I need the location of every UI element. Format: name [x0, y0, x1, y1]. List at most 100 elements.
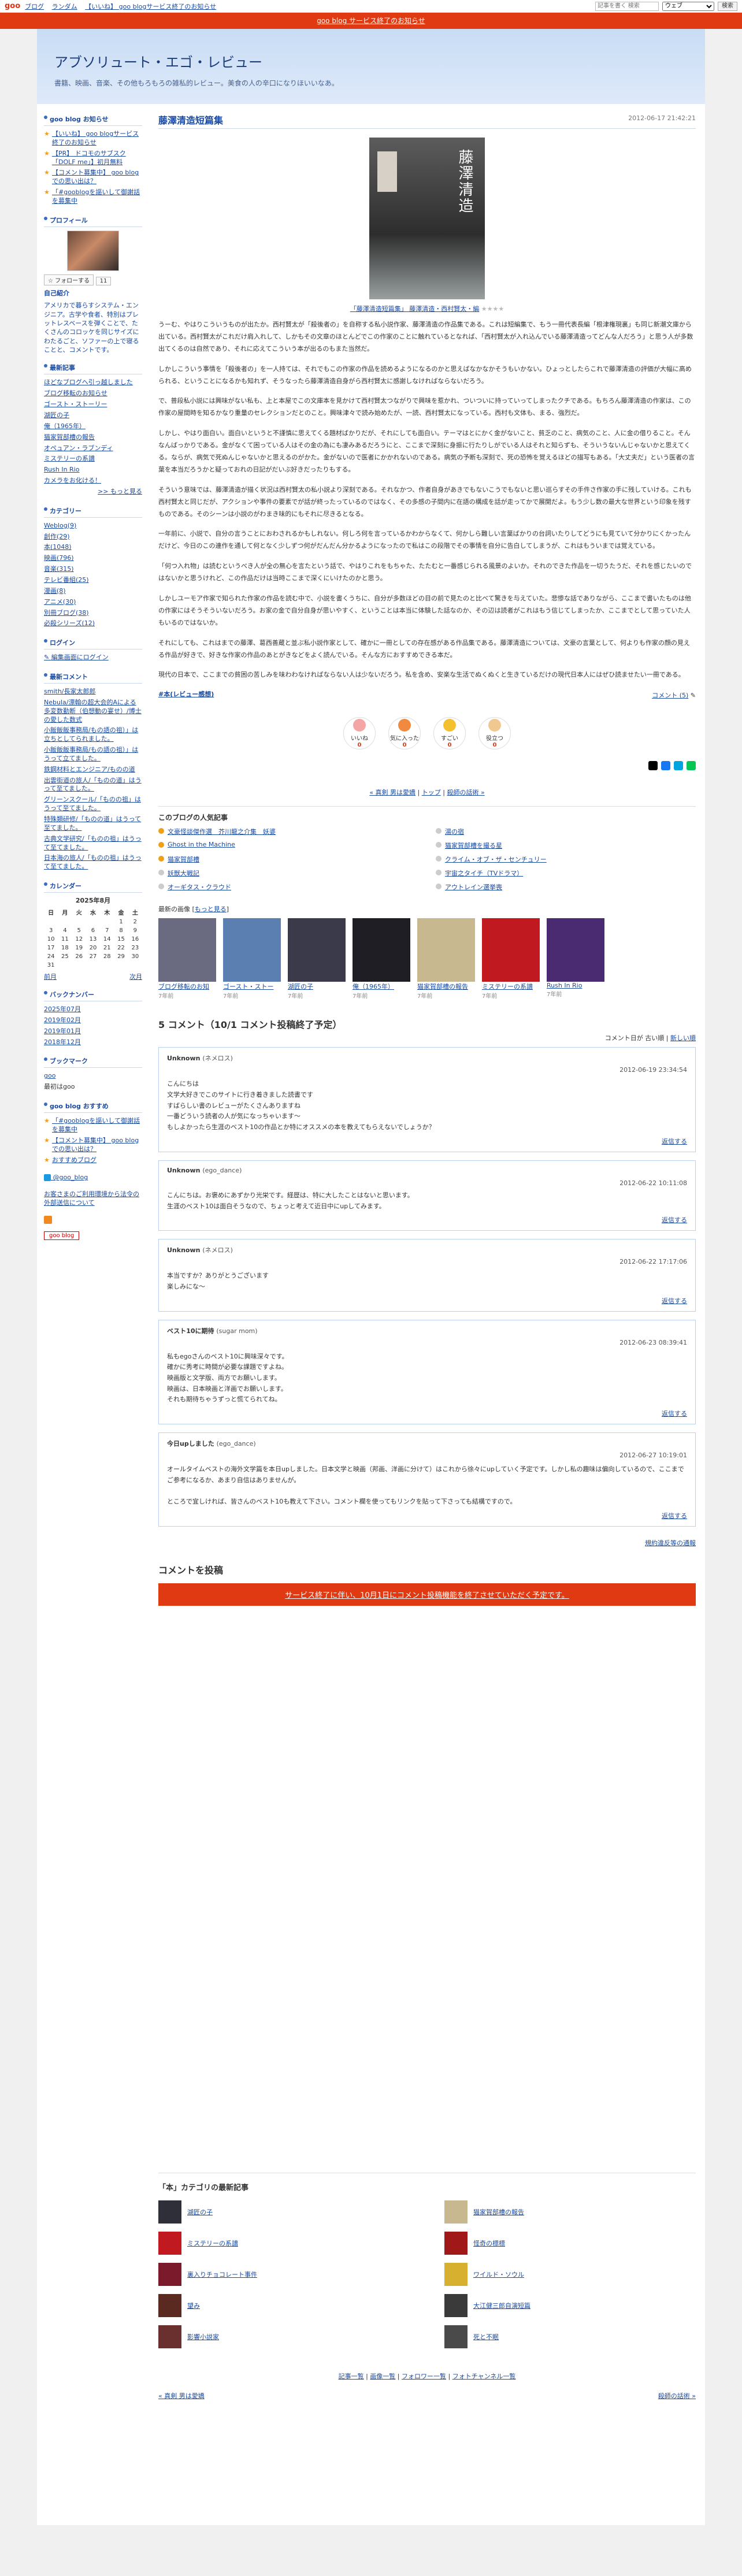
footer-next-link[interactable]: 殺師の話術 »	[658, 2391, 696, 2400]
calendar-day[interactable]: 14	[100, 935, 114, 944]
reply-link[interactable]: 返信する	[662, 1138, 687, 1145]
recent-article-link[interactable]: ミステリーの系譜	[44, 454, 142, 465]
reply-link[interactable]: 返信する	[662, 1410, 687, 1417]
backnumber-link[interactable]: 2018年12月	[44, 1037, 142, 1048]
category-latest-thumbnail[interactable]	[158, 2294, 181, 2317]
privacy-link[interactable]: お客さまのご利用環境から法令の外部送信について	[44, 1189, 142, 1209]
pager-next-link[interactable]: 殺師の話術 »	[447, 789, 484, 796]
category-link[interactable]: 別冊ブログ(38)	[44, 608, 142, 619]
footer-link-followers[interactable]: フォロワー一覧	[402, 2373, 446, 2380]
recent-image-thumbnail[interactable]	[353, 918, 410, 982]
recent-image-thumbnail[interactable]	[223, 918, 281, 982]
calendar-day[interactable]: 2	[128, 918, 142, 926]
recent-image-item[interactable]: 湖匠の子 7年前	[288, 918, 346, 1000]
calendar-day[interactable]: 1	[114, 918, 128, 926]
calendar-day[interactable]: 8	[114, 926, 128, 935]
footer-link-photochannel[interactable]: フォトチャンネル一覧	[452, 2373, 516, 2380]
calendar-day[interactable]: 6	[86, 926, 100, 935]
recommend-item[interactable]: 「#gooblogを謳いして御謝話を募集中	[44, 1116, 142, 1135]
recent-image-title[interactable]: 猫家賀部槽の報告	[417, 982, 475, 991]
follow-button[interactable]: ☆ フォローする	[44, 274, 94, 285]
nav-random[interactable]: ランダム	[52, 3, 77, 10]
recent-article-link[interactable]: カメラをお化ける！	[44, 476, 142, 487]
sort-new-link[interactable]: 新しい順	[670, 1034, 696, 1042]
category-link[interactable]: 漫画(8)	[44, 586, 142, 597]
recent-comment-link[interactable]: グリーンスクール/「ものの祖」はうって至てました。	[44, 795, 142, 814]
calendar-day[interactable]: 23	[128, 944, 142, 952]
category-latest-thumbnail[interactable]	[444, 2325, 468, 2348]
calendar-next-link[interactable]: 次月	[129, 972, 142, 981]
calendar-day[interactable]: 13	[86, 935, 100, 944]
notice-item[interactable]: 【コメント募集中】 goo blogでの思い出は？	[44, 168, 142, 187]
recent-image-item[interactable]: ゴースト・ストー 7年前	[223, 918, 281, 1000]
bookmark-item[interactable]: goo	[44, 1071, 142, 1082]
calendar-day[interactable]: 24	[44, 952, 58, 961]
recent-article-link[interactable]: ブログ移転のお知らせ	[44, 388, 142, 399]
recent-more-link[interactable]: >> もっと見る	[44, 487, 142, 498]
calendar-day[interactable]: 25	[58, 952, 72, 961]
calendar-day[interactable]: 15	[114, 935, 128, 944]
recent-article-link[interactable]: ゴースト・ストーリー	[44, 399, 142, 410]
calendar-day[interactable]: 4	[58, 926, 72, 935]
category-latest-title[interactable]: 影響小説家	[187, 2332, 219, 2341]
notice-item[interactable]: 【いいね】 goo blogサービス終了のお知らせ	[44, 129, 142, 149]
recent-image-item[interactable]: 俺（1965年） 7年前	[353, 918, 410, 1000]
comment-count-link[interactable]: コメント (5) ✎	[158, 691, 696, 700]
avatar[interactable]	[67, 230, 119, 271]
goo-blog-badge[interactable]: goo blog	[44, 1231, 80, 1240]
reply-link[interactable]: 返信する	[662, 1297, 687, 1305]
article-title[interactable]: 藤澤清造短篇集 2012-06-17 21:42:21	[158, 113, 696, 129]
hatena-share-icon[interactable]	[674, 761, 683, 771]
line-share-icon[interactable]	[687, 761, 696, 771]
category-link[interactable]: Weblog(9)	[44, 521, 142, 532]
calendar-day[interactable]: 21	[100, 944, 114, 952]
recent-article-link[interactable]: オペュアン・ラブンディ	[44, 443, 142, 454]
recent-comment-link[interactable]: 日本海の旅人/「ものの祖」はうって至てました。	[44, 853, 142, 873]
category-link[interactable]: 必殺シリーズ(12)	[44, 618, 142, 629]
category-latest-item[interactable]: 裏入りチョコレート事件	[158, 2263, 410, 2286]
reaction-button[interactable]: すごい 0	[433, 717, 466, 750]
book-caption-text[interactable]: 「藤澤清造短篇集」 藤澤清造・西村賢太・編	[350, 305, 480, 313]
login-link[interactable]: ✎ 編集画面にログイン	[44, 652, 142, 663]
calendar-day[interactable]: 7	[100, 926, 114, 935]
category-latest-title[interactable]: 湖匠の子	[187, 2207, 213, 2217]
comment-end-notice-text[interactable]: サービス終了に伴い、10月1日にコメント投稿機能を終了させていただく予定です。	[285, 1591, 569, 1600]
reply-link[interactable]: 返信する	[662, 1216, 687, 1224]
category-latest-title[interactable]: ミステリーの系譜	[187, 2239, 238, 2248]
category-link[interactable]: 音楽(315)	[44, 564, 142, 575]
nav-blog[interactable]: ブログ	[25, 3, 44, 10]
recent-image-thumbnail[interactable]	[288, 918, 346, 982]
footer-prev-link[interactable]: « 真剣 男は愛嬌	[158, 2391, 205, 2400]
category-latest-item[interactable]: 大江健三郎自演短篇	[444, 2294, 696, 2317]
calendar-day[interactable]: 10	[44, 935, 58, 944]
reaction-button[interactable]: 気に入った 0	[388, 717, 421, 750]
recent-article-link[interactable]: ほどなブログへ引っ越しました	[44, 377, 142, 388]
category-latest-item[interactable]: 怪奇の標標	[444, 2232, 696, 2255]
category-latest-thumbnail[interactable]	[444, 2294, 468, 2317]
recent-image-thumbnail[interactable]	[482, 918, 540, 982]
recent-comment-link[interactable]: 小飯飯飯事務局/もの語の祖）」は立ちとしてられました。	[44, 725, 142, 745]
calendar-day[interactable]: 22	[114, 944, 128, 952]
recent-image-item[interactable]: ミステリーの系譜 7年前	[482, 918, 540, 1000]
notice-item[interactable]: 【PR】 ドコモのサブスク「DOLF me」】初月無料	[44, 149, 142, 168]
popular-article-link[interactable]: 湯の宿	[436, 827, 696, 836]
category-latest-thumbnail[interactable]	[444, 2200, 468, 2224]
report-link[interactable]: 規約違反等の通報	[645, 1539, 696, 1547]
recent-comment-link[interactable]: Nebula/漂翰の超大会的Aによる多変数勤断（伯想動の宴せ）/博士の愛した数式	[44, 697, 142, 726]
calendar-prev-link[interactable]: 前月	[44, 972, 57, 981]
recent-image-title[interactable]: 俺（1965年）	[353, 982, 410, 991]
facebook-share-icon[interactable]	[661, 761, 670, 771]
category-link[interactable]: アニメ(30)	[44, 597, 142, 608]
recent-comment-link[interactable]: smith/長家太郎郎	[44, 686, 142, 697]
category-latest-title[interactable]: 望み	[187, 2301, 200, 2310]
category-latest-title[interactable]: 大江健三郎自演短篇	[473, 2301, 530, 2310]
category-latest-item[interactable]: 湖匠の子	[158, 2200, 410, 2224]
service-end-link[interactable]: goo blog サービス終了のお知らせ	[317, 17, 425, 25]
reaction-button[interactable]: 役立つ 0	[478, 717, 511, 750]
pager-prev-link[interactable]: « 真剣 男は愛嬌	[369, 789, 415, 796]
recent-image-title[interactable]: 湖匠の子	[288, 982, 346, 991]
recent-image-title[interactable]: ゴースト・ストー	[223, 982, 281, 991]
footer-link-images[interactable]: 画像一覧	[370, 2373, 395, 2380]
category-latest-item[interactable]: 猫家賀部槽の報告	[444, 2200, 696, 2224]
popular-article-link[interactable]: 猫家賀部槽	[158, 855, 418, 864]
